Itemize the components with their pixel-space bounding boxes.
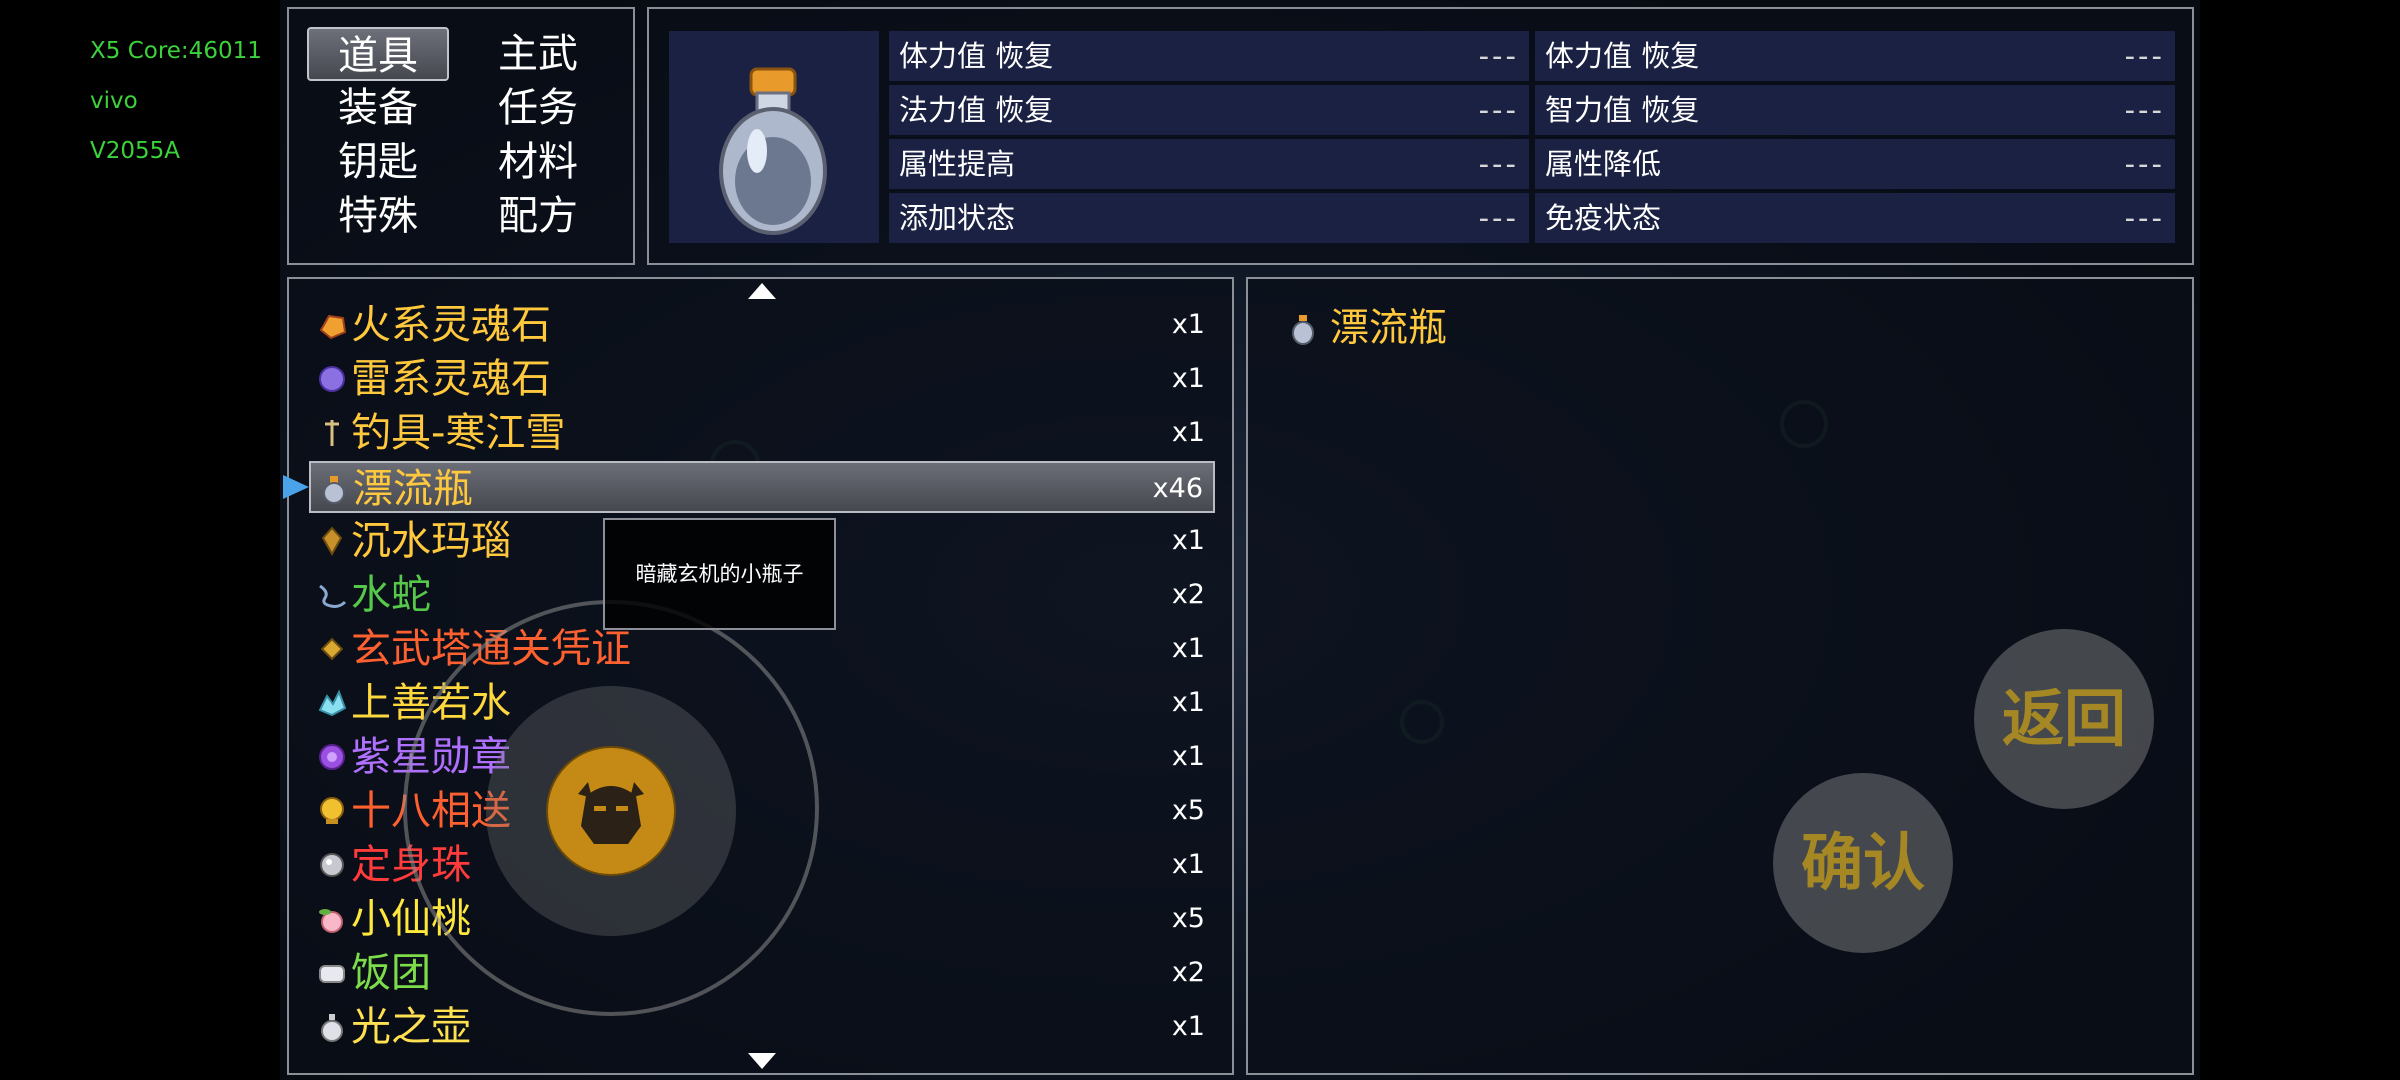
- joystick-knob[interactable]: [546, 746, 676, 876]
- stat-row: 添加状态 ---: [889, 193, 1529, 243]
- stat-value: ---: [1478, 93, 1519, 127]
- item-quantity: x1: [1171, 687, 1205, 718]
- stat-row: 体力值 恢复 ---: [889, 31, 1529, 81]
- stat-row: 体力值 恢复 ---: [1535, 31, 2175, 81]
- bottle-icon: [719, 67, 827, 235]
- stat-label: 免疫状态: [1545, 201, 1662, 235]
- selection-cursor-icon: [283, 475, 309, 499]
- warrior-helmet-icon: [578, 782, 644, 844]
- item-info-panel: 体力值 恢复 --- 体力值 恢复 --- 法力值 恢复 --- 智力值 恢复 --- 属性提高…: [647, 7, 2194, 265]
- item-row[interactable]: 钓具-寒江雪 x1: [309, 407, 1215, 459]
- back-button[interactable]: 返回: [1974, 629, 2154, 809]
- item-quantity: x46: [1152, 473, 1203, 504]
- item-name: 光之壶: [351, 1004, 471, 1050]
- item-quantity: x1: [1171, 525, 1205, 556]
- item-quantity: x1: [1171, 363, 1205, 394]
- item-name: 饭团: [351, 950, 431, 996]
- category-tab[interactable]: 道具: [307, 27, 449, 81]
- fire-stone-icon: [317, 310, 347, 340]
- item-name: 火系灵魂石: [351, 302, 551, 348]
- token-icon: [317, 634, 347, 664]
- stat-value: ---: [1478, 201, 1519, 235]
- item-quantity: x1: [1171, 849, 1205, 880]
- item-row[interactable]: 雷系灵魂石 x1: [309, 353, 1215, 405]
- item-name: 钓具-寒江雪: [351, 410, 566, 456]
- device-info: X5 Core:46011 vivo V2055A: [90, 26, 262, 176]
- item-name: 沉水玛瑙: [351, 518, 511, 564]
- item-quantity: x1: [1171, 417, 1205, 448]
- category-panel: 道具 主武 装备 任务 钥匙 材料 特殊 配方: [287, 7, 635, 265]
- stat-row: 属性提高 ---: [889, 139, 1529, 189]
- water-snake-icon: [317, 580, 347, 610]
- light-pot-icon: [317, 1012, 347, 1042]
- stat-value: ---: [2124, 201, 2165, 235]
- item-row[interactable]: 火系灵魂石 x1: [309, 299, 1215, 351]
- item-tooltip: 暗藏玄机的小瓶子: [603, 518, 836, 630]
- stat-label: 体力值 恢复: [1545, 39, 1700, 73]
- stat-value: ---: [2124, 39, 2165, 73]
- item-quantity: x5: [1171, 795, 1205, 826]
- scroll-up-arrow[interactable]: [748, 283, 776, 299]
- detail-item-title: 漂流瓶: [1288, 303, 1447, 355]
- device-info-line: X5 Core:46011: [90, 38, 262, 64]
- item-quantity: x2: [1171, 957, 1205, 988]
- bottle-icon: [319, 474, 349, 504]
- stat-label: 法力值 恢复: [899, 93, 1054, 127]
- category-tab[interactable]: 装备: [307, 81, 449, 135]
- stat-row: 法力值 恢复 ---: [889, 85, 1529, 135]
- item-name: 水蛇: [351, 572, 431, 618]
- fishing-rod-icon: [317, 418, 347, 448]
- category-tab[interactable]: 配方: [467, 189, 609, 243]
- item-quantity: x5: [1171, 903, 1205, 934]
- confirm-button[interactable]: 确认: [1773, 773, 1953, 953]
- agate-icon: [317, 526, 347, 557]
- item-quantity: x1: [1171, 633, 1205, 664]
- crystal-icon: [317, 688, 347, 718]
- stat-label: 添加状态: [899, 201, 1016, 235]
- category-tab[interactable]: 钥匙: [307, 135, 449, 189]
- item-row[interactable]: 漂流瓶 x46: [283, 461, 1215, 513]
- stat-value: ---: [2124, 147, 2165, 181]
- device-info-line: V2055A: [90, 138, 181, 164]
- purple-medal-icon: [317, 742, 347, 772]
- category-tab[interactable]: 主武: [467, 27, 609, 81]
- pearl-icon: [317, 850, 347, 880]
- item-quantity: x1: [1171, 309, 1205, 340]
- stat-label: 属性提高: [899, 147, 1016, 181]
- gold-coin-icon: [317, 796, 347, 826]
- stat-label: 智力值 恢复: [1545, 93, 1700, 127]
- stat-value: ---: [1478, 147, 1519, 181]
- stat-value: ---: [2124, 93, 2165, 127]
- item-name: 漂流瓶: [353, 466, 473, 512]
- scroll-down-arrow[interactable]: [748, 1053, 776, 1069]
- stat-row: 属性降低 ---: [1535, 139, 2175, 189]
- item-quantity: x1: [1171, 1011, 1205, 1042]
- category-tab[interactable]: 特殊: [307, 189, 449, 243]
- category-tab[interactable]: 材料: [467, 135, 609, 189]
- rice-ball-icon: [317, 958, 347, 988]
- device-info-line: vivo: [90, 88, 138, 114]
- item-name: 雷系灵魂石: [351, 356, 551, 402]
- category-tab[interactable]: 任务: [467, 81, 609, 135]
- item-preview: [669, 31, 879, 243]
- stat-row: 免疫状态 ---: [1535, 193, 2175, 243]
- stat-label: 体力值 恢复: [899, 39, 1054, 73]
- stat-row: 智力值 恢复 ---: [1535, 85, 2175, 135]
- peach-icon: [317, 904, 347, 934]
- bottle-icon: [1292, 315, 1314, 345]
- detail-item-name: 漂流瓶: [1330, 306, 1448, 351]
- stat-label: 属性降低: [1545, 147, 1662, 181]
- item-row[interactable]: 饭团 x2: [309, 947, 1215, 999]
- item-quantity: x2: [1171, 579, 1205, 610]
- thunder-stone-icon: [317, 364, 347, 394]
- stat-value: ---: [1478, 39, 1519, 73]
- item-quantity: x1: [1171, 741, 1205, 772]
- item-row[interactable]: 光之壶 x1: [309, 1001, 1215, 1053]
